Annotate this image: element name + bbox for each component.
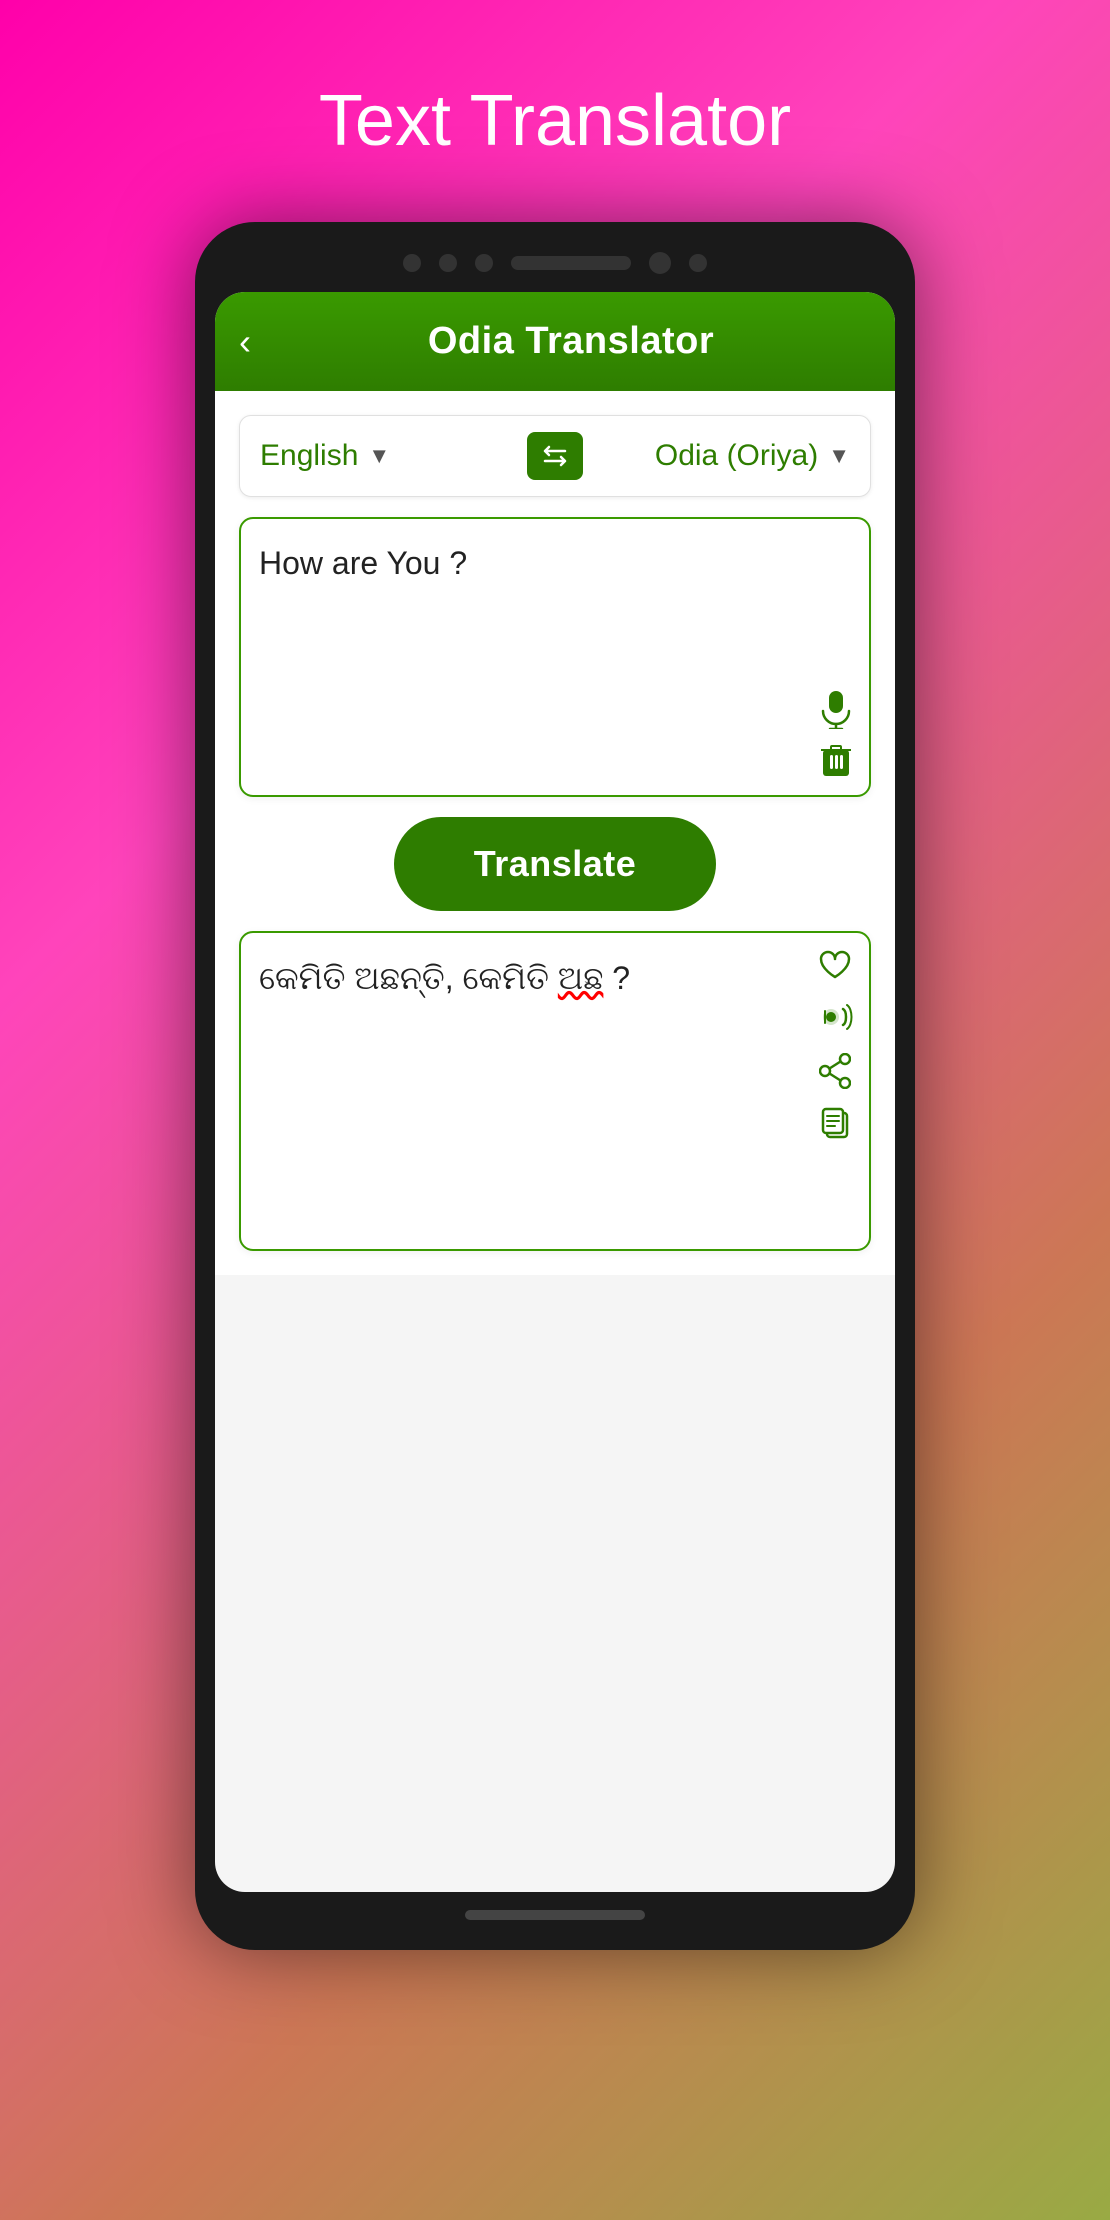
swap-languages-button[interactable] xyxy=(527,432,583,480)
phone-dot-3 xyxy=(475,254,493,272)
phone-dot-2 xyxy=(439,254,457,272)
microphone-icon[interactable] xyxy=(819,689,853,729)
app-header-title: Odia Translator xyxy=(271,320,871,363)
source-language-label: English xyxy=(260,439,358,473)
app-header: ‹ Odia Translator xyxy=(215,292,895,391)
output-text-box: କେମିତି ଅଛନ୍ତି, କେମିତି ଅଛ ? xyxy=(239,931,871,1251)
target-dropdown-arrow-icon: ▼ xyxy=(828,443,850,469)
share-icon[interactable] xyxy=(819,1053,851,1089)
favorite-icon[interactable] xyxy=(818,949,852,981)
translate-button[interactable]: Translate xyxy=(394,817,717,911)
phone-dot-left xyxy=(403,254,421,272)
target-language-label: Odia (Oriya) xyxy=(655,439,818,473)
phone-top-bar xyxy=(215,252,895,274)
delete-icon[interactable] xyxy=(821,743,851,779)
phone-camera-front xyxy=(649,252,671,274)
input-text-box: How are You ? xyxy=(239,517,871,797)
output-text-content: କେମିତି ଅଛନ୍ତି, କେମିତି ଅଛ ? xyxy=(259,953,851,1004)
input-text-content[interactable]: How are You ? xyxy=(259,539,851,587)
output-text-span: କେମିତି ଅଛନ୍ତି, କେମିତି ଅଛ ? xyxy=(259,960,630,996)
phone-speaker-bar xyxy=(511,256,631,270)
input-action-icons xyxy=(819,689,853,779)
phone-dot-4 xyxy=(689,254,707,272)
copy-icon[interactable] xyxy=(819,1107,851,1143)
app-content: English ▼ Odia (Oriya) ▼ How are You ? xyxy=(215,391,895,1275)
phone-screen: ‹ Odia Translator English ▼ Odia (Oriya) xyxy=(215,292,895,1892)
target-language-dropdown[interactable]: Odia (Oriya) ▼ xyxy=(593,439,850,473)
source-dropdown-arrow-icon: ▼ xyxy=(368,443,390,469)
back-button[interactable]: ‹ xyxy=(239,321,251,363)
page-title-text: Text Translator xyxy=(319,80,791,162)
home-indicator xyxy=(465,1910,645,1920)
phone-bottom-bar xyxy=(215,1910,895,1920)
language-selector-row: English ▼ Odia (Oriya) ▼ xyxy=(239,415,871,497)
source-language-dropdown[interactable]: English ▼ xyxy=(260,439,517,473)
text-to-speech-icon[interactable] xyxy=(817,999,853,1035)
phone-shell: ‹ Odia Translator English ▼ Odia (Oriya) xyxy=(195,222,915,1950)
output-action-icons xyxy=(817,949,853,1143)
